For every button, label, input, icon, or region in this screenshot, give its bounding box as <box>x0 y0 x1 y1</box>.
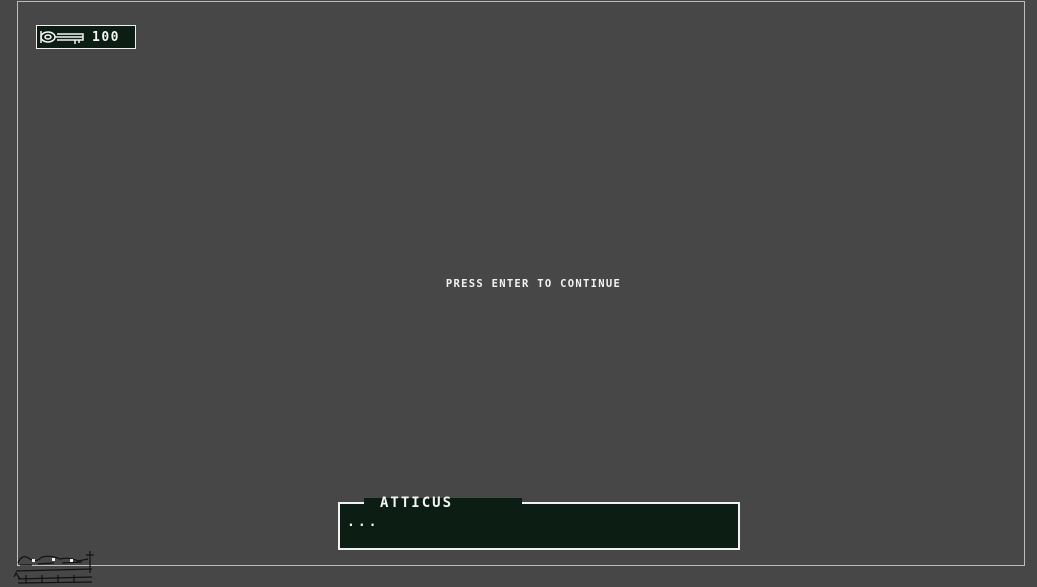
game-logo <box>13 551 94 584</box>
game-screen[interactable]: 100 PRESS ENTER TO CONTINUE ATTICUS ... <box>0 0 1037 587</box>
key-icon <box>40 31 84 44</box>
dialog-box[interactable]: ATTICUS ... <box>338 496 740 550</box>
dialog-text: ... <box>347 515 380 530</box>
speaker-name: ATTICUS <box>380 495 454 511</box>
key-count: 100 <box>92 29 120 45</box>
key-counter: 100 <box>36 25 136 49</box>
continue-prompt: PRESS ENTER TO CONTINUE <box>445 278 622 290</box>
